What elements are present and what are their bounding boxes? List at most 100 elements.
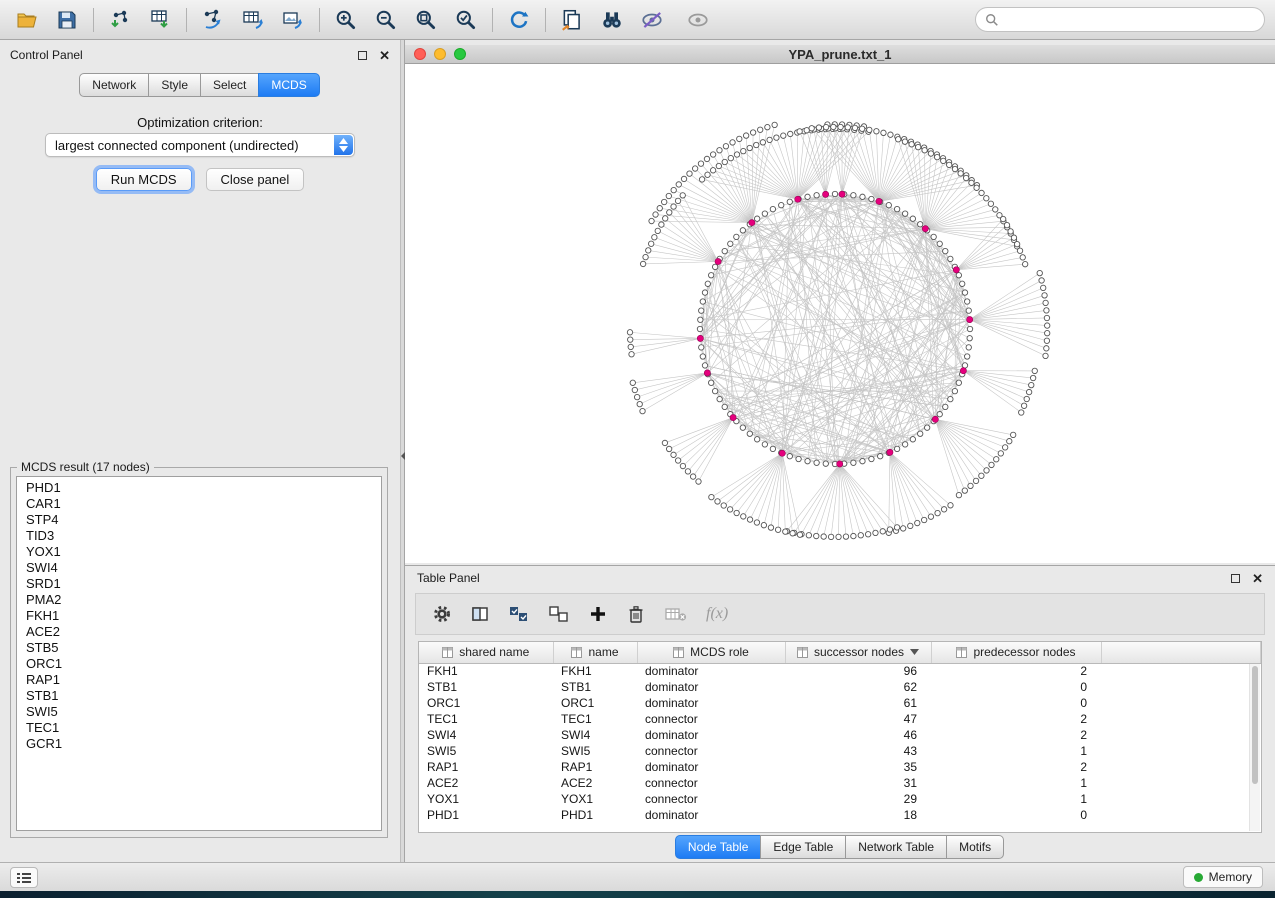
network-node[interactable] (1029, 382, 1034, 387)
new-network-button[interactable] (196, 4, 230, 36)
network-node[interactable] (741, 514, 746, 519)
network-node[interactable] (698, 161, 703, 166)
network-hub-node[interactable] (953, 267, 959, 273)
show-column-panel-button[interactable] (470, 604, 490, 624)
cell-role[interactable]: dominator (637, 695, 785, 711)
close-panel-icon[interactable]: ✕ (1252, 572, 1263, 585)
network-node[interactable] (775, 527, 780, 532)
result-item[interactable]: FKH1 (26, 608, 381, 624)
network-node[interactable] (790, 531, 795, 536)
network-hub-node[interactable] (837, 461, 843, 467)
tab-node-table[interactable]: Node Table (675, 835, 762, 859)
network-node[interactable] (734, 234, 739, 239)
table-options-button[interactable] (432, 604, 452, 624)
network-node[interactable] (814, 533, 819, 538)
cell-sharedname[interactable]: FKH1 (419, 663, 553, 679)
search-network-button[interactable] (595, 4, 629, 36)
network-node[interactable] (728, 155, 733, 160)
network-node[interactable] (717, 396, 722, 401)
network-node[interactable] (1002, 445, 1007, 450)
network-node[interactable] (858, 533, 863, 538)
network-node[interactable] (910, 437, 915, 442)
network-node[interactable] (956, 273, 961, 278)
network-node[interactable] (823, 461, 828, 466)
network-node[interactable] (902, 211, 907, 216)
table-scrollbar[interactable] (1249, 664, 1260, 831)
network-node[interactable] (708, 273, 713, 278)
network-node[interactable] (943, 248, 948, 253)
cell-sharedname[interactable]: ACE2 (419, 775, 553, 791)
criterion-dropdown[interactable]: largest connected component (undirected) (45, 133, 355, 157)
table-row[interactable]: FKH1FKH1dominator962 (419, 663, 1261, 679)
cell-filler[interactable] (1101, 727, 1261, 743)
network-node[interactable] (881, 130, 886, 135)
network-node[interactable] (865, 532, 870, 537)
network-node[interactable] (948, 396, 953, 401)
network-node[interactable] (1014, 241, 1019, 246)
cell-successors[interactable]: 18 (785, 807, 931, 823)
network-node[interactable] (915, 144, 920, 149)
network-node[interactable] (902, 139, 907, 144)
cell-filler[interactable] (1101, 807, 1261, 823)
network-node[interactable] (922, 148, 927, 153)
network-node[interactable] (964, 299, 969, 304)
table-scrollbar-thumb[interactable] (1252, 666, 1258, 784)
network-node[interactable] (699, 177, 704, 182)
network-node[interactable] (851, 533, 856, 538)
cell-predecessors[interactable]: 1 (931, 775, 1101, 791)
network-node[interactable] (948, 503, 953, 508)
search-input[interactable] (1005, 13, 1255, 27)
cell-filler[interactable] (1101, 743, 1261, 759)
network-node[interactable] (1008, 229, 1013, 234)
network-node[interactable] (730, 140, 735, 145)
network-node[interactable] (832, 191, 837, 196)
cell-role[interactable]: connector (637, 775, 785, 791)
network-node[interactable] (974, 185, 979, 190)
cell-successors[interactable]: 31 (785, 775, 931, 791)
network-node[interactable] (787, 199, 792, 204)
network-node[interactable] (734, 510, 739, 515)
network-node[interactable] (754, 216, 759, 221)
network-node[interactable] (1041, 285, 1046, 290)
network-node[interactable] (956, 380, 961, 385)
cell-role[interactable]: connector (637, 743, 785, 759)
network-node[interactable] (716, 163, 721, 168)
network-node[interactable] (715, 499, 720, 504)
network-node[interactable] (998, 451, 1003, 456)
network-node[interactable] (924, 425, 929, 430)
network-node[interactable] (869, 196, 874, 201)
network-node[interactable] (721, 503, 726, 508)
network-node[interactable] (805, 194, 810, 199)
table-row[interactable]: TEC1TEC1connector472 (419, 711, 1261, 727)
cell-filler[interactable] (1101, 759, 1261, 775)
cell-predecessors[interactable]: 2 (931, 711, 1101, 727)
show-details-button[interactable] (681, 4, 715, 36)
tab-mcds[interactable]: MCDS (258, 73, 319, 97)
network-node[interactable] (652, 235, 657, 240)
network-node[interactable] (880, 529, 885, 534)
network-node[interactable] (667, 210, 672, 215)
network-node[interactable] (655, 228, 660, 233)
network-node[interactable] (1007, 439, 1012, 444)
network-node[interactable] (662, 440, 667, 445)
delete-table-button[interactable] (664, 604, 688, 624)
network-node[interactable] (831, 124, 836, 129)
network-node[interactable] (1042, 293, 1047, 298)
network-node[interactable] (1044, 308, 1049, 313)
cell-name[interactable]: ORC1 (553, 695, 637, 711)
network-node[interactable] (717, 148, 722, 153)
tab-edge-table[interactable]: Edge Table (760, 835, 846, 859)
result-item[interactable]: SWI4 (26, 560, 381, 576)
network-node[interactable] (1010, 432, 1015, 437)
network-node[interactable] (908, 523, 913, 528)
network-hub-node[interactable] (932, 416, 938, 422)
network-node[interactable] (768, 525, 773, 530)
network-hub-node[interactable] (697, 335, 703, 341)
network-hub-node[interactable] (715, 258, 721, 264)
network-node[interactable] (676, 182, 681, 187)
network-node[interactable] (941, 507, 946, 512)
network-node[interactable] (845, 125, 850, 130)
tab-select[interactable]: Select (200, 73, 259, 97)
network-node[interactable] (869, 456, 874, 461)
network-node[interactable] (699, 345, 704, 350)
